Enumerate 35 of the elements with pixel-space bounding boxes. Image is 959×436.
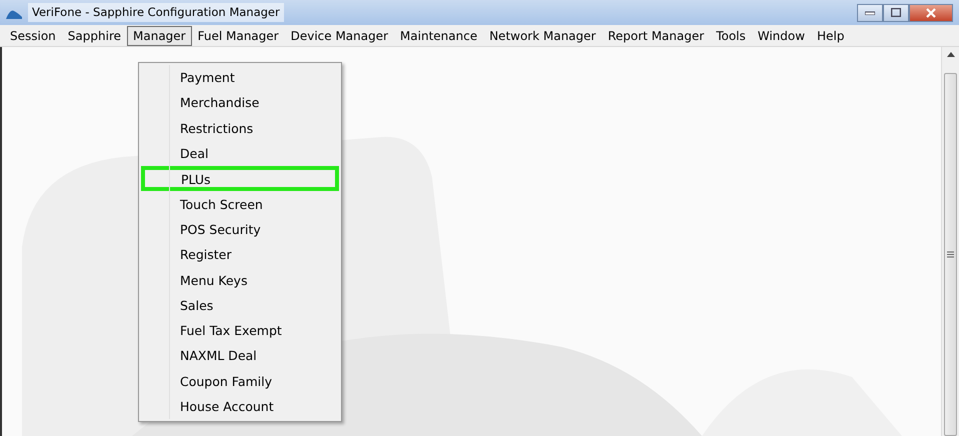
dropdown-item[interactable]: Payment <box>141 65 339 90</box>
scrollbar[interactable] <box>941 47 959 436</box>
dropdown-item[interactable]: Deal <box>141 140 339 166</box>
dropdown-item[interactable]: House Account <box>141 394 339 420</box>
minimize-button[interactable] <box>857 4 883 22</box>
dropdown-item[interactable]: Coupon Family <box>141 368 339 394</box>
dropdown-item[interactable]: Fuel Tax Exempt <box>141 318 339 344</box>
up-arrow-icon[interactable] <box>946 52 954 57</box>
maximize-button[interactable] <box>883 4 909 22</box>
menu-item[interactable]: Window <box>752 26 811 46</box>
dropdown-item[interactable]: Merchandise <box>141 90 339 116</box>
menu-item[interactable]: Help <box>810 26 850 46</box>
menu-item[interactable]: Sapphire <box>62 26 127 46</box>
window-title: VeriFone - Sapphire Configuration Manager <box>28 2 284 22</box>
dropdown-item[interactable]: Menu Keys <box>141 267 339 293</box>
menu-item[interactable]: Session <box>4 26 62 46</box>
dropdown-item[interactable]: POS Security <box>141 216 339 242</box>
dropdown-item[interactable]: Register <box>141 242 339 268</box>
dropdown-item[interactable]: NAXML Deal <box>141 343 339 369</box>
dropdown-item[interactable]: Restrictions <box>141 116 339 141</box>
close-icon <box>926 8 936 18</box>
close-button[interactable] <box>909 4 953 22</box>
menu-item[interactable]: Tools <box>710 26 752 46</box>
menu-item[interactable]: Maintenance <box>394 26 484 46</box>
menu-item[interactable]: Report Manager <box>602 26 710 46</box>
dropdown-item[interactable]: Sales <box>141 292 339 318</box>
dropdown-item[interactable]: PLUs <box>141 166 339 192</box>
maximize-icon <box>891 8 901 17</box>
grip-icon <box>947 251 954 258</box>
minimize-icon <box>865 10 875 14</box>
dropdown-item[interactable]: Touch Screen <box>141 191 339 217</box>
menu-item[interactable]: Manager <box>127 26 192 46</box>
menu-item[interactable]: Network Manager <box>483 26 602 46</box>
menu-item[interactable]: Device Manager <box>284 26 394 46</box>
menu-item[interactable]: Fuel Manager <box>192 26 285 46</box>
